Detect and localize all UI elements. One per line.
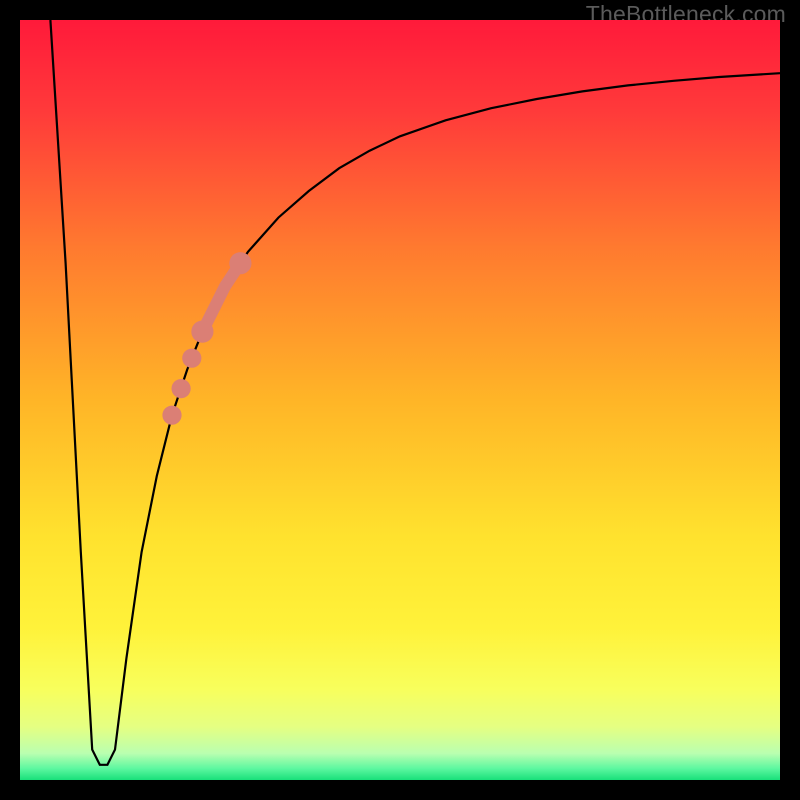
chart-frame: TheBottleneck.com: [0, 0, 800, 800]
plot-area: [20, 20, 780, 780]
highlight-segment-start: [191, 321, 213, 343]
highlight-segment-end: [229, 252, 251, 274]
highlight-point: [172, 379, 191, 398]
highlight-point: [182, 349, 201, 368]
highlight-point: [162, 406, 181, 425]
chart-svg: [20, 20, 780, 780]
gradient-background: [20, 20, 780, 780]
